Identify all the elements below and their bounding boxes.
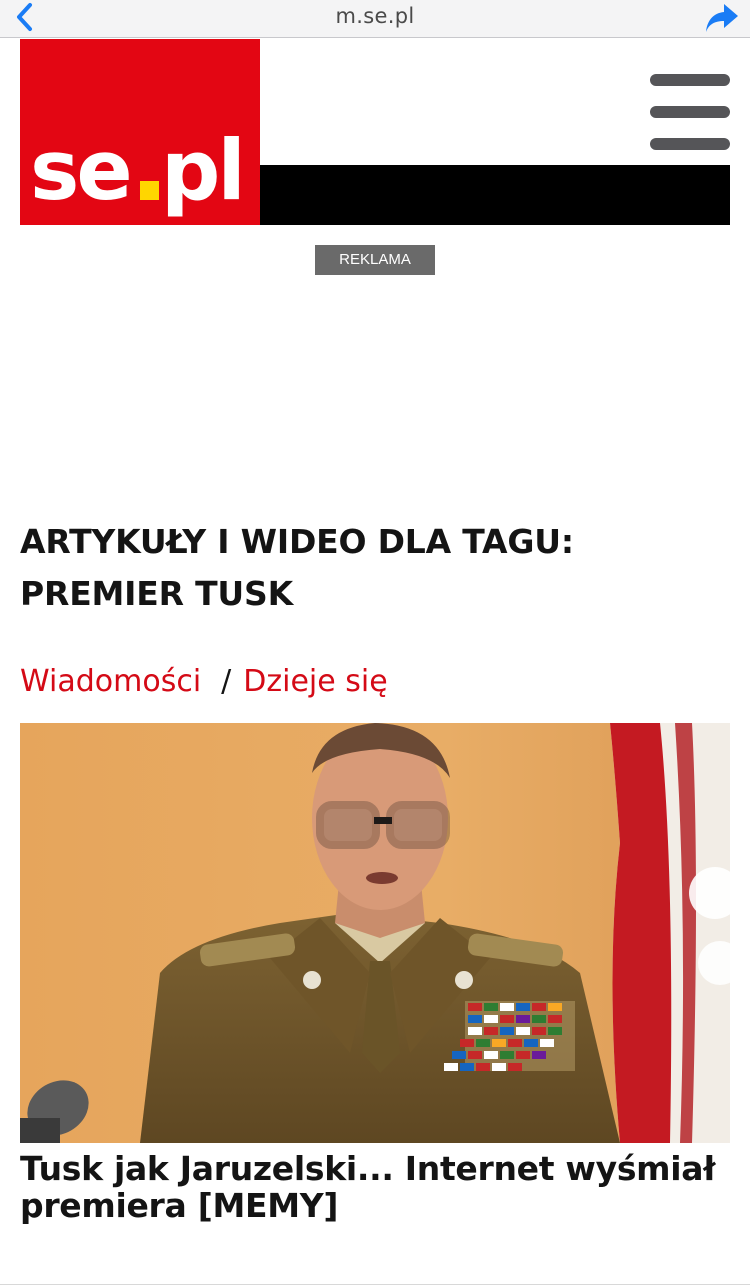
share-button[interactable] [702, 0, 742, 36]
site-logo[interactable]: se pl [20, 39, 260, 225]
share-arrow-icon [706, 4, 738, 32]
breadcrumb: Wiadomości / Dzieje się [20, 660, 388, 704]
breadcrumb-separator: / [221, 664, 232, 699]
tag-heading: ARTYKUŁY I WIDEO DLA TAGU: PREMIER TUSK [20, 522, 574, 613]
ad-label: REKLAMA [315, 245, 435, 275]
browser-address-bar: m.se.pl [0, 0, 750, 38]
svg-text:se: se [30, 122, 130, 219]
article-title-link[interactable]: Tusk jak Jaruzelski... Internet wyśmiał … [20, 1150, 732, 1224]
breadcrumb-link-wiadomosci[interactable]: Wiadomości [20, 664, 201, 699]
svg-text:pl: pl [161, 122, 243, 219]
article-photo [20, 723, 730, 1143]
url-text[interactable]: m.se.pl [0, 4, 750, 28]
divider [0, 1284, 750, 1285]
header-strip [260, 165, 730, 225]
article-image[interactable] [20, 723, 730, 1143]
breadcrumb-link-dzieje-sie[interactable]: Dzieje się [243, 664, 387, 699]
se-pl-logo-mark: se pl [30, 122, 246, 219]
hamburger-menu-button[interactable] [648, 70, 732, 154]
